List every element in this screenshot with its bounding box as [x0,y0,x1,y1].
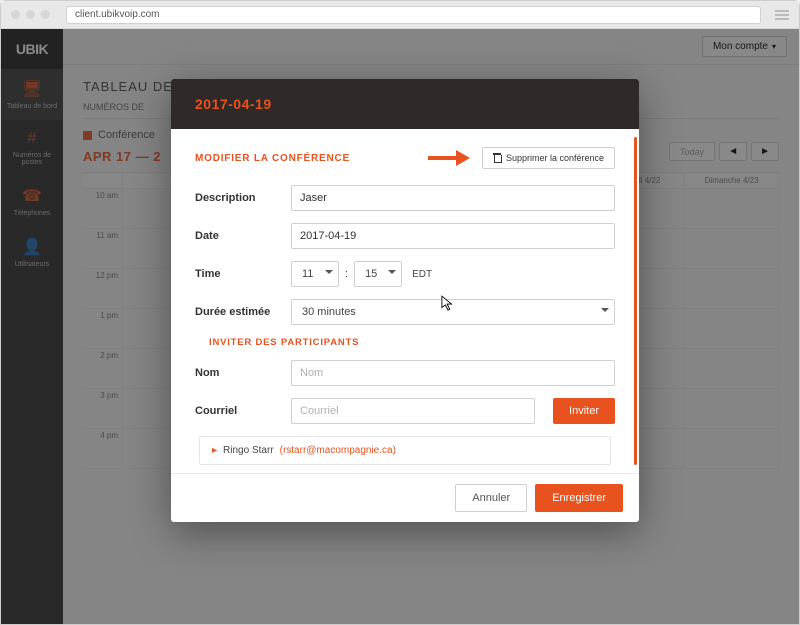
invite-button[interactable]: Inviter [553,398,615,424]
time-separator: : [345,268,348,280]
url-text: client.ubikvoip.com [75,9,159,20]
caret-down-icon [325,270,333,278]
window-dot [11,10,20,19]
browser-window: client.ubikvoip.com UBIK 🖥 Tableau de bo… [0,0,800,625]
duration-select[interactable]: 30 minutes [291,299,615,325]
cancel-button[interactable]: Annuler [455,484,527,512]
modal-header: 2017-04-19 [171,79,639,129]
label-email: Courriel [195,405,281,417]
label-duration: Durée estimée [195,306,281,318]
conference-modal: 2017-04-19 MODIFIER LA CONFÉRENCE Suppri… [171,79,639,522]
delete-conference-button[interactable]: Supprimer la conférence [482,147,615,169]
label-name: Nom [195,367,281,379]
label-date: Date [195,230,281,242]
label-description: Description [195,192,281,204]
window-dot [41,10,50,19]
window-dot [26,10,35,19]
label-time: Time [195,268,281,280]
minute-select[interactable]: 15 [354,261,402,287]
date-input[interactable] [291,223,615,249]
section-title-modify: MODIFIER LA CONFÉRENCE [195,153,350,164]
annotation-arrow-icon [428,151,478,165]
caret-down-icon [601,308,609,316]
caret-down-icon [388,270,396,278]
browser-menu-icon[interactable] [775,10,789,20]
timezone-label: EDT [412,269,432,280]
invite-name-input[interactable] [291,360,615,386]
hour-select[interactable]: 11 [291,261,339,287]
section-title-invite: INVITER DES PARTICIPANTS [209,337,615,348]
invite-email-input[interactable] [291,398,535,424]
participant-row[interactable]: ▸ Ringo Starr (rstarr@macompagnie.ca) [199,436,611,465]
participant-name: Ringo Starr [223,445,274,456]
participant-email: (rstarr@macompagnie.ca) [280,445,396,456]
modal-body: MODIFIER LA CONFÉRENCE Supprimer la conf… [171,129,639,473]
url-bar[interactable]: client.ubikvoip.com [66,6,761,24]
description-input[interactable] [291,185,615,211]
chevron-right-icon: ▸ [212,445,217,456]
viewport: UBIK 🖥 Tableau de bord # Numéros de post… [1,29,799,624]
modal-footer: Annuler Enregistrer [171,473,639,522]
save-button[interactable]: Enregistrer [535,484,623,512]
trash-icon [493,154,501,163]
scrollbar[interactable] [634,137,637,465]
browser-chrome: client.ubikvoip.com [1,1,799,29]
modal-title-date: 2017-04-19 [195,96,272,112]
